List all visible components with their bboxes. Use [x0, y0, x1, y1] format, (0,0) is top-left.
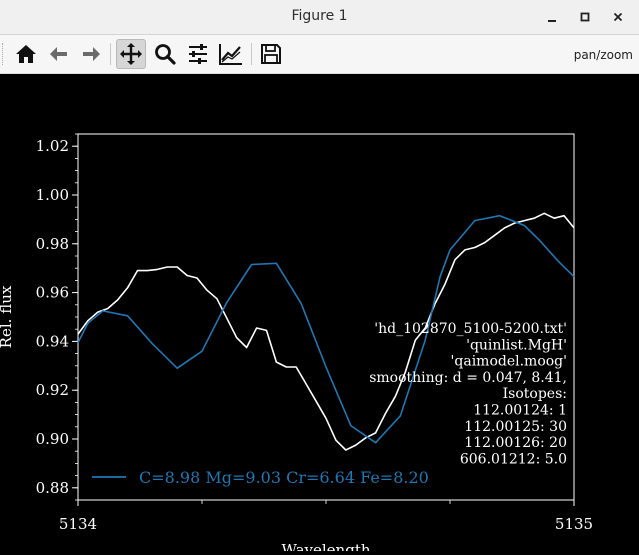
y-axis-label: Rel. flux — [0, 285, 15, 348]
annotation-line: 112.00125: 30 — [464, 419, 567, 435]
minimize-icon — [548, 20, 556, 22]
y-tick-label: 0.98 — [36, 235, 69, 253]
annotation-text: 'hd_102870_5100-5200.txt''quinlist.MgH''… — [369, 321, 567, 467]
legend: C=8.98 Mg=9.03 Cr=6.64 Fe=8.20 — [92, 468, 429, 487]
home-button[interactable] — [11, 39, 41, 69]
annotation-line: Isotopes: — [503, 386, 567, 402]
forward-button[interactable] — [76, 39, 106, 69]
y-tick-label: 1.02 — [36, 137, 69, 155]
toolbar-separator — [110, 43, 111, 65]
y-tick-label: 0.94 — [36, 332, 69, 350]
annotation-line: 'quinlist.MgH' — [466, 337, 567, 353]
pan-button[interactable] — [116, 39, 146, 69]
x-axis-label: Wavelength — [281, 541, 370, 551]
navigation-toolbar: pan/zoom — [0, 35, 639, 74]
legend-label: C=8.98 Mg=9.03 Cr=6.64 Fe=8.20 — [139, 468, 429, 487]
x-tick-label: 5134 — [59, 515, 97, 533]
toolbar-separator — [251, 43, 252, 65]
close-icon — [613, 12, 623, 22]
back-button[interactable] — [44, 39, 74, 69]
magnifier-icon — [155, 44, 176, 65]
y-tick-label: 1.00 — [36, 186, 69, 204]
maximize-button[interactable] — [574, 6, 596, 28]
edit-axis-button[interactable] — [216, 39, 246, 69]
annotation-line: 606.01212: 5.0 — [460, 451, 567, 467]
sliders-icon — [189, 44, 207, 64]
toolbar-mode-label: pan/zoom — [573, 48, 633, 62]
y-tick-label: 0.88 — [36, 479, 69, 497]
home-icon — [16, 45, 36, 63]
annotation-line: 112.00124: 1 — [473, 403, 567, 419]
zoom-button[interactable] — [150, 39, 180, 69]
toolbar-grip[interactable] — [2, 43, 6, 65]
save-figure-button[interactable] — [256, 39, 286, 69]
annotation-line: 112.00126: 20 — [464, 435, 567, 451]
arrow-right-icon — [83, 47, 100, 61]
line-chart-icon — [219, 44, 242, 65]
y-tick-label: 0.92 — [36, 381, 69, 399]
spectrum-plot[interactable]: 0.88 0.90 0.92 0.94 0.96 0.98 1.00 1.02 5134 5135… — [0, 74, 639, 555]
x-tick-label: 5135 — [555, 515, 593, 533]
annotation-line: 'hd_102870_5100-5200.txt' — [374, 321, 567, 337]
annotation-line: smoothing: d = 0.047, 8.41, — [369, 370, 567, 386]
minimize-button[interactable] — [541, 6, 563, 28]
window-titlebar: Figure 1 — [0, 0, 639, 35]
floppy-disk-icon — [261, 44, 281, 64]
configure-subplots-button[interactable] — [183, 39, 213, 69]
y-tick-label: 0.90 — [36, 430, 69, 448]
arrow-left-icon — [50, 47, 67, 61]
figure-canvas[interactable]: 0.88 0.90 0.92 0.94 0.96 0.98 1.00 1.02 5134 5135… — [0, 74, 639, 555]
annotation-line: 'qaimodel.moog' — [451, 354, 567, 370]
close-button[interactable] — [607, 6, 629, 28]
move-arrows-icon — [120, 43, 142, 65]
y-tick-label: 0.96 — [36, 284, 69, 302]
maximize-icon — [580, 12, 590, 22]
